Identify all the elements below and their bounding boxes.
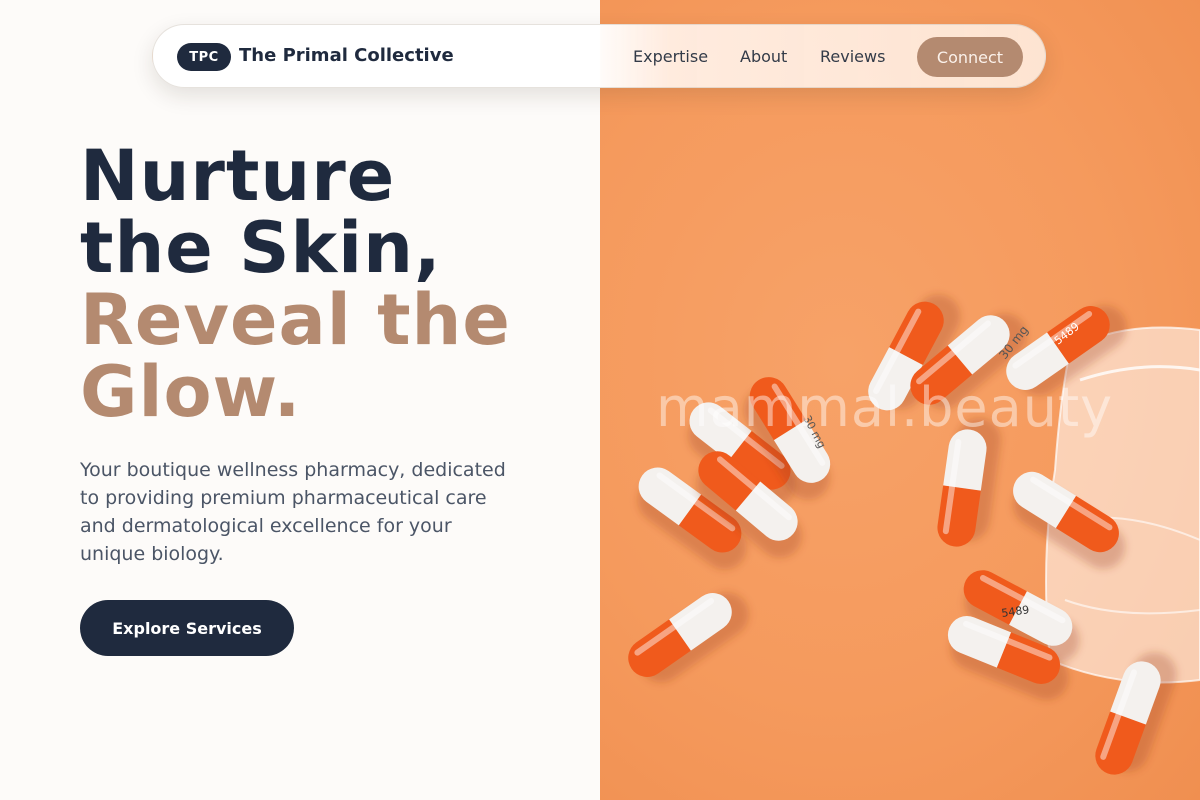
explore-services-button[interactable]: Explore Services [80, 600, 294, 656]
hero-description: Your boutique wellness pharmacy, dedicat… [80, 459, 506, 565]
brand-name[interactable]: The Primal Collective [239, 45, 454, 66]
hero-title-line-2: the Skin, [80, 207, 442, 289]
logo-badge[interactable]: TPC [177, 43, 231, 71]
nav-link-expertise[interactable]: Expertise [633, 47, 708, 66]
hero-image: 30 mg 5489 30 mg 5489 mammal.beauty [600, 0, 1200, 800]
nav-link-about[interactable]: About [740, 47, 787, 66]
hero-title-line-3: Reveal the [80, 279, 511, 361]
hero-title: Nurture the Skin, Reveal the Glow. [80, 140, 511, 428]
nav-link-reviews[interactable]: Reviews [820, 47, 885, 66]
hero-title-line-4: Glow. [80, 351, 302, 433]
capsule [628, 592, 749, 683]
image-watermark: mammal.beauty [656, 376, 1114, 439]
top-navbar: TPC The Primal Collective Expertise Abou… [152, 24, 1046, 88]
hero-title-line-1: Nurture [80, 135, 396, 217]
connect-button[interactable]: Connect [917, 37, 1023, 77]
